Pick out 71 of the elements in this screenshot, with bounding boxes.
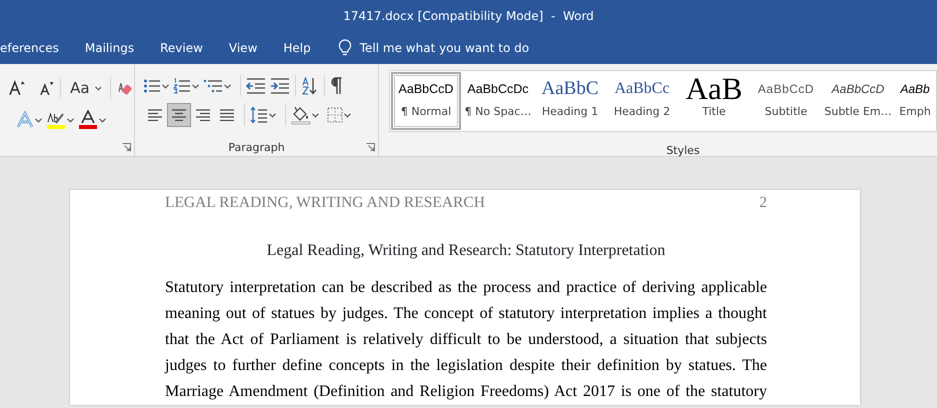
lightbulb-icon xyxy=(338,39,352,57)
decrease-indent-icon[interactable] xyxy=(246,78,266,94)
style-preview: AaBbCcDc xyxy=(467,81,529,98)
window-title: 17417.docx [Compatibility Mode] - Word xyxy=(343,8,594,25)
page-header: LEGAL READING, WRITING AND RESEARCH xyxy=(165,193,485,213)
highlighter-icon[interactable] xyxy=(46,110,66,130)
style-name: ¶ No Spac… xyxy=(464,104,532,120)
style-item[interactable]: AaBbCcD ¶ Normal xyxy=(391,72,461,130)
align-right-icon xyxy=(195,109,211,122)
style-name: Subtitle xyxy=(764,104,808,120)
sort-icon[interactable] xyxy=(301,77,319,96)
caret-icon[interactable] xyxy=(224,84,231,89)
ribbon-tab[interactable]: View xyxy=(216,32,270,64)
group-label: Paragraph xyxy=(228,140,285,156)
style-item[interactable]: AaBbCcD Subtle Em… xyxy=(823,72,893,130)
pilcrow-icon[interactable] xyxy=(330,77,344,96)
dialog-launcher-icon[interactable] xyxy=(366,143,375,152)
caret-icon[interactable] xyxy=(94,86,102,90)
ribbon-tab[interactable]: Review xyxy=(147,32,216,64)
body-paragraph: Statutory interpretation can be described as the process and practice of deriving applicable meaning out of statues by judges. The concept of statutory interpretation implies a thought that the Act of Parliament is relatively difficult to be understood, a situation that subjects judges to further define concepts in the legislation despite their definition by statues. The Marriage Amendment (Definition and Religion Freedoms) Act 2017 is one of the statutory xyxy=(165,278,767,402)
style-preview: AaBbCcD xyxy=(398,81,454,98)
tell-me-search[interactable]: Tell me what you want to do xyxy=(360,39,530,57)
ribbon-tab[interactable]: Help xyxy=(270,32,324,64)
line-spacing-icon[interactable] xyxy=(250,106,268,124)
dialog-launcher-icon[interactable] xyxy=(122,143,131,152)
caret-icon[interactable] xyxy=(67,118,74,122)
align-justify-icon xyxy=(219,109,235,122)
shading-icon[interactable] xyxy=(291,105,311,126)
style-name: ¶ Normal xyxy=(400,104,452,120)
style-item[interactable]: AaBbCcDc ¶ No Spac… xyxy=(463,72,533,130)
style-item[interactable]: AaBbCcD Subtitle xyxy=(751,72,821,130)
caret-icon[interactable] xyxy=(312,112,319,118)
caret-icon[interactable] xyxy=(35,118,42,122)
borders-icon[interactable] xyxy=(327,107,343,124)
ribbon-tab[interactable]: Mailings xyxy=(72,32,148,64)
text-effects-icon[interactable] xyxy=(16,111,34,129)
multilevel-list-icon[interactable] xyxy=(203,78,223,94)
style-preview: AaBbCcD xyxy=(832,81,884,98)
style-name: Title xyxy=(702,104,726,120)
style-item[interactable]: AaB Title xyxy=(679,72,749,130)
caret-icon[interactable] xyxy=(344,112,351,118)
change-case-button[interactable]: Aa xyxy=(66,76,94,100)
style-name: Heading 2 xyxy=(614,104,670,120)
style-item[interactable]: AaBb Emph xyxy=(895,72,935,130)
caret-icon[interactable] xyxy=(192,84,199,89)
caret-icon[interactable] xyxy=(269,112,276,118)
style-preview: AaBbCc xyxy=(614,79,670,99)
align-center-button[interactable] xyxy=(167,103,191,128)
style-preview: AaBb xyxy=(900,81,930,98)
style-name: Emph xyxy=(899,104,931,120)
bullet-list-icon[interactable] xyxy=(143,78,161,94)
page-number: 2 xyxy=(759,193,767,213)
shrink-font-icon[interactable] xyxy=(38,79,56,97)
style-name: Heading 1 xyxy=(542,104,598,120)
style-item[interactable]: AaBbC Heading 1 xyxy=(535,72,605,130)
style-preview: AaBbC xyxy=(542,77,598,101)
ribbon-tab[interactable]: eferences xyxy=(0,32,72,64)
caret-icon[interactable] xyxy=(162,84,169,89)
style-preview: AaB xyxy=(686,74,742,104)
caret-icon[interactable] xyxy=(99,118,106,122)
grow-font-icon[interactable] xyxy=(8,79,26,97)
style-name: Subtle Em… xyxy=(824,104,892,120)
group-label: Styles xyxy=(666,143,700,159)
style-item[interactable]: AaBbCc Heading 2 xyxy=(607,72,677,130)
align-center-icon xyxy=(171,109,187,122)
document-title: Legal Reading, Writing and Research: Statutory Interpretation xyxy=(266,241,666,262)
numbered-list-icon[interactable] xyxy=(173,78,191,94)
align-left-icon xyxy=(147,109,163,122)
increase-indent-icon[interactable] xyxy=(270,78,290,94)
style-preview: AaBbCcD xyxy=(758,81,814,98)
font-color-icon[interactable] xyxy=(78,110,98,130)
